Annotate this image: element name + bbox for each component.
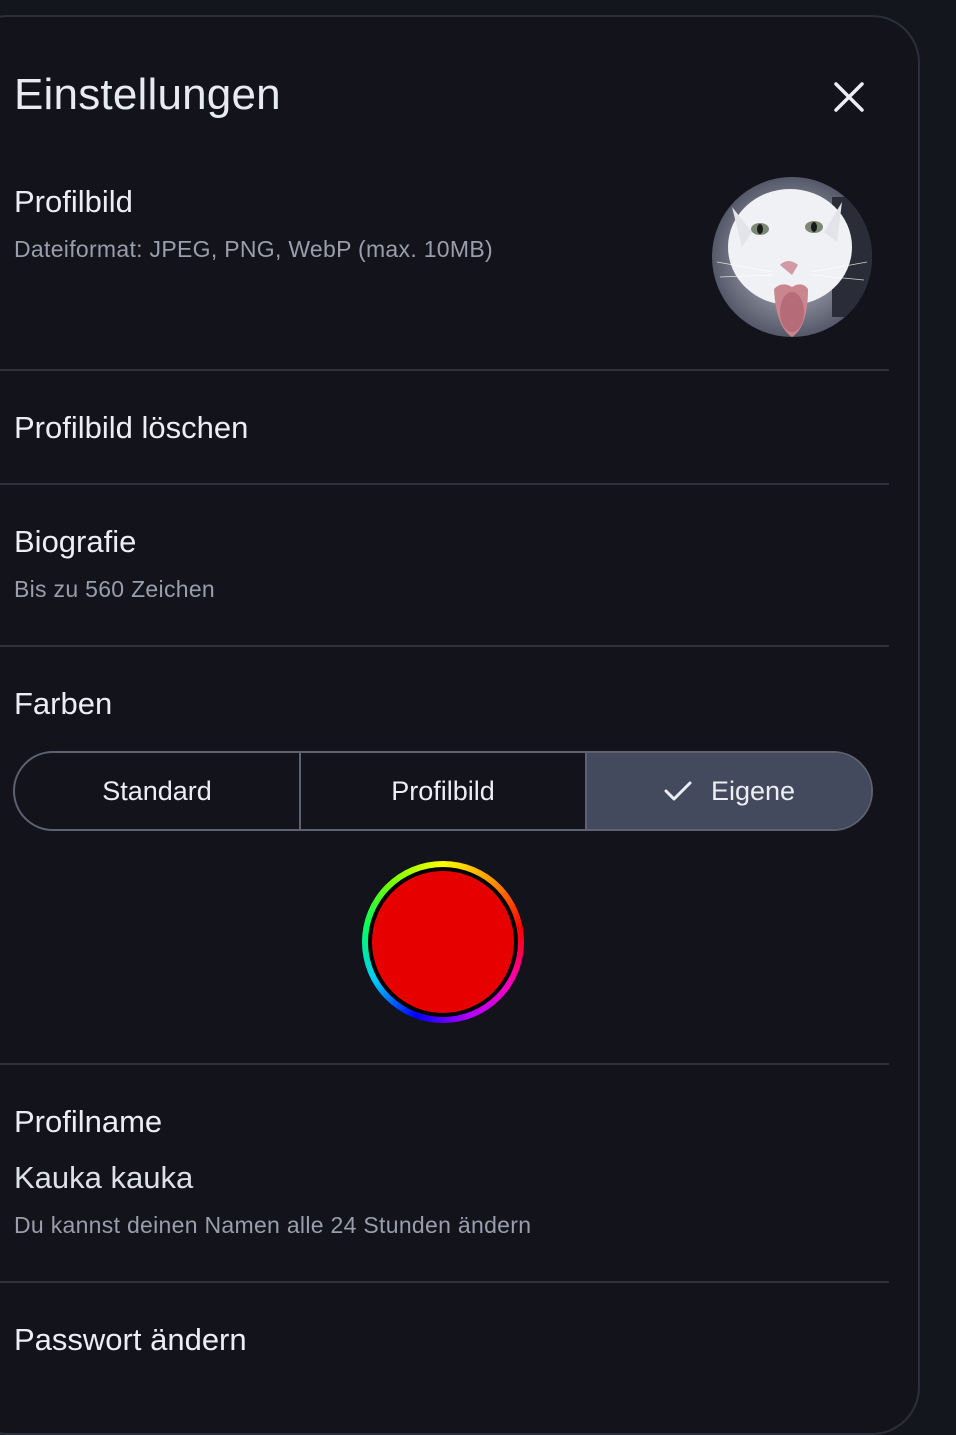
avatar[interactable] (712, 177, 872, 337)
custom-color-picker[interactable] (362, 861, 524, 1023)
color-option-label: Profilbild (391, 775, 495, 806)
delete-picture-button[interactable]: Profilbild löschen (14, 410, 248, 446)
biography-label[interactable]: Biografie (14, 524, 136, 560)
close-button[interactable] (826, 74, 872, 120)
change-password-button[interactable]: Passwort ändern (14, 1322, 247, 1358)
divider (0, 1281, 889, 1283)
divider (0, 1063, 889, 1065)
color-option-label: Eigene (710, 775, 796, 806)
close-icon (834, 82, 864, 112)
profile-name-label: Profilname (14, 1104, 163, 1139)
colors-label: Farben (14, 686, 113, 721)
cat-avatar-image (712, 177, 872, 337)
color-option-profile-picture[interactable]: Profilbild (301, 753, 587, 829)
background-strip (920, 0, 956, 1359)
profile-picture-hint: Dateiformat: JPEG, PNG, WebP (max. 10MB) (14, 236, 493, 262)
color-mode-segmented-control: Standard Profilbild Eigene (13, 751, 873, 831)
color-option-standard[interactable]: Standard (15, 753, 301, 829)
divider (0, 645, 889, 647)
selected-color-swatch (372, 871, 514, 1013)
biography-hint: Bis zu 560 Zeichen (14, 576, 216, 602)
divider (0, 369, 889, 371)
color-option-label: Standard (102, 775, 212, 806)
profile-picture-label: Profilbild (14, 184, 133, 219)
color-option-custom[interactable]: Eigene (587, 753, 871, 829)
profile-name-value[interactable]: Kauka kauka (14, 1160, 193, 1196)
page-title: Einstellungen (14, 70, 281, 119)
divider (0, 483, 889, 485)
profile-name-hint: Du kannst deinen Namen alle 24 Stunden ä… (14, 1212, 532, 1238)
checkmark-icon (663, 779, 693, 803)
